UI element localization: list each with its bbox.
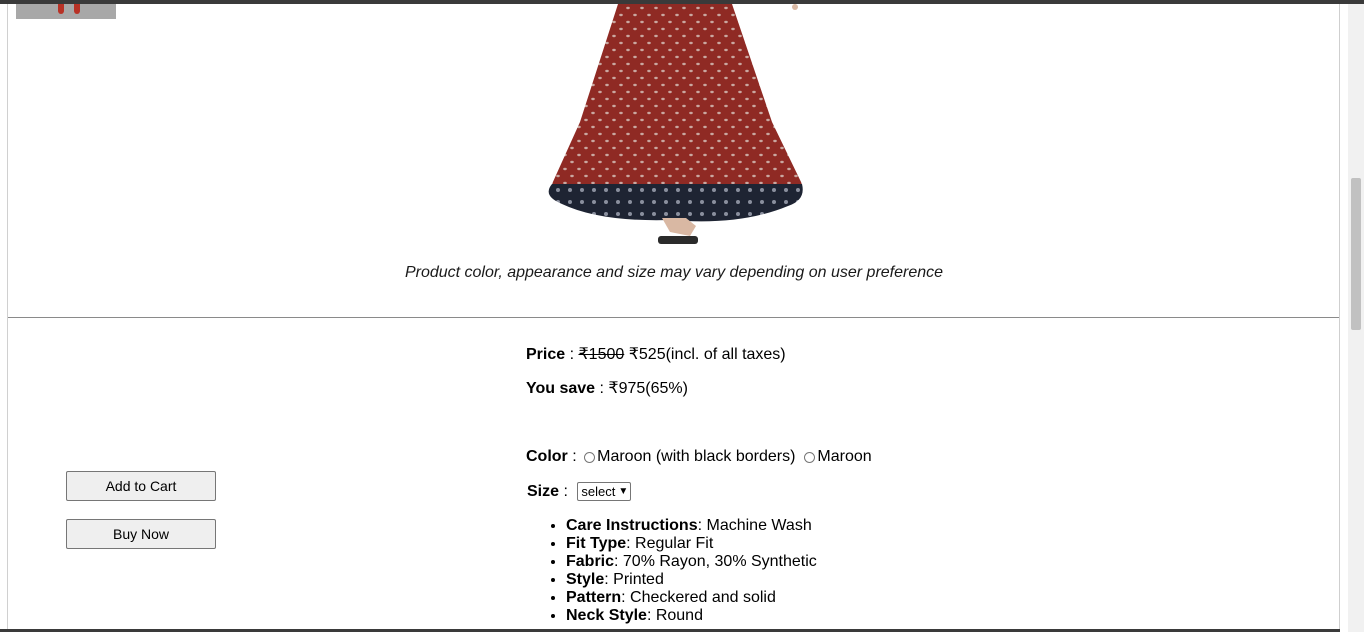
original-price: ₹1500 xyxy=(578,346,625,363)
hand xyxy=(792,4,798,10)
list-item: Fabric: 70% Rayon, 30% Synthetic xyxy=(566,553,817,571)
color-separator: : xyxy=(567,448,582,465)
color-label: Color xyxy=(526,448,568,465)
product-details-list: Care Instructions: Machine Wash Fit Type… xyxy=(526,517,817,625)
color-option-label: Maroon (with black borders) xyxy=(597,448,796,465)
section-divider xyxy=(8,317,1339,318)
size-selected-value: select xyxy=(581,484,616,499)
color-radio-maroon-black-borders[interactable] xyxy=(584,451,596,463)
list-item: Fit Type: Regular Fit xyxy=(566,535,817,553)
skirt-border xyxy=(548,184,803,222)
page-left-gutter xyxy=(0,4,8,632)
detail-value: : Round xyxy=(646,607,703,624)
price-row: Price : ₹1500 ₹525(incl. of all taxes) xyxy=(526,344,786,364)
detail-value: : Checkered and solid xyxy=(621,589,776,606)
detail-value: : Printed xyxy=(604,571,664,588)
savings-value: ₹975(65%) xyxy=(608,380,688,397)
sandal xyxy=(658,236,698,244)
buy-now-button[interactable]: Buy Now xyxy=(66,519,216,549)
color-row: Color : Maroon (with black borders) Maro… xyxy=(526,448,872,466)
product-image xyxy=(548,4,803,244)
color-radio-maroon[interactable] xyxy=(804,451,816,463)
detail-key: Pattern xyxy=(566,589,622,606)
list-item: Neck Style: Round xyxy=(566,607,817,625)
page-right-border xyxy=(1339,4,1340,632)
list-item: Style: Printed xyxy=(566,571,817,589)
skirt-body xyxy=(552,4,802,184)
detail-key: Neck Style xyxy=(566,607,647,624)
add-to-cart-button[interactable]: Add to Cart xyxy=(66,471,216,501)
thumbnail-detail xyxy=(58,4,64,14)
list-item: Care Instructions: Machine Wash xyxy=(566,517,817,535)
size-label: Size xyxy=(527,482,560,500)
savings-label: You save xyxy=(526,380,596,397)
savings-row: You save : ₹975(65%) xyxy=(526,378,688,398)
size-row: Size : select ▼ xyxy=(527,482,632,501)
detail-key: Style xyxy=(566,571,605,588)
list-item: Pattern: Checkered and solid xyxy=(566,589,817,607)
current-price: ₹525 xyxy=(628,346,666,363)
detail-key: Fit Type xyxy=(566,535,627,552)
detail-value: : Regular Fit xyxy=(626,535,714,552)
product-disclaimer: Product color, appearance and size may v… xyxy=(404,264,944,281)
price-label: Price xyxy=(526,346,566,363)
detail-key: Fabric xyxy=(566,553,615,570)
thumbnail-detail xyxy=(74,4,80,14)
size-separator: : xyxy=(559,482,573,500)
detail-value: : 70% Rayon, 30% Synthetic xyxy=(614,553,817,570)
scrollbar-thumb[interactable] xyxy=(1351,178,1361,330)
chevron-down-icon: ▼ xyxy=(618,486,629,497)
color-option-label: Maroon xyxy=(817,448,872,465)
detail-value: : Machine Wash xyxy=(697,517,812,534)
price-separator: : xyxy=(565,346,579,363)
product-thumbnail[interactable] xyxy=(16,4,116,19)
savings-separator: : xyxy=(595,380,609,397)
detail-key: Care Instructions xyxy=(566,517,698,534)
size-select[interactable]: select ▼ xyxy=(577,482,632,501)
vertical-scrollbar[interactable] xyxy=(1348,4,1364,632)
tax-note: (incl. of all taxes) xyxy=(665,346,786,363)
